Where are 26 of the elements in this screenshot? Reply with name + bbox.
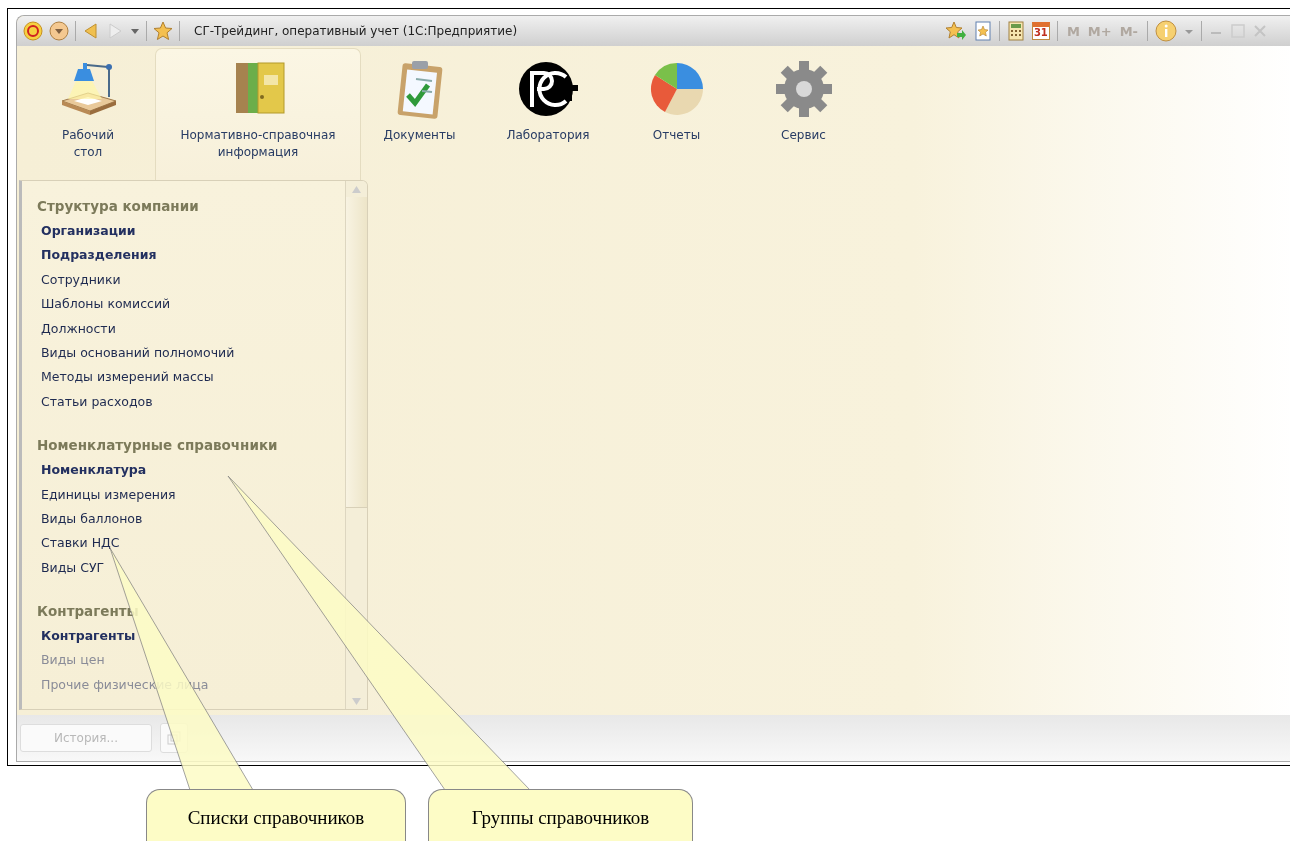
nav-link[interactable]: Методы измерений массы — [37, 365, 345, 390]
section-tab[interactable]: Документы — [361, 48, 478, 180]
calendar-icon[interactable]: 31 — [1031, 22, 1050, 40]
nav-link[interactable]: Шаблоны комиссий — [37, 292, 345, 317]
callout: Списки справочников — [146, 789, 406, 841]
group-title: Номенклатурные справочники — [37, 436, 279, 456]
nav-link[interactable]: Виды СУГ — [37, 555, 345, 581]
callout: Группы справочников — [428, 789, 693, 841]
group-title: Контрагенты — [37, 602, 140, 622]
window-title: СГ-Трейдинг, оперативный учет (1С:Предприятие) — [194, 24, 518, 38]
nav-link[interactable]: Сотрудники — [37, 267, 345, 293]
nav-link[interactable]: Виды баллонов — [37, 506, 345, 532]
nav-link[interactable]: Статьи расходов — [37, 389, 345, 415]
nav-link[interactable]: Должности — [37, 316, 345, 341]
section-tab[interactable]: Рабочий стол — [21, 48, 155, 180]
nav-link[interactable]: Номенклатура — [37, 458, 345, 483]
section-tab[interactable]: Лаборатория — [478, 48, 618, 180]
section-tab[interactable]: Нормативно-справочная информация — [155, 48, 361, 180]
nav-link[interactable]: Организации — [37, 219, 345, 244]
nav-link[interactable]: Единицы измерения — [37, 482, 345, 507]
nav-link[interactable]: Подразделения — [37, 243, 345, 268]
group-title: Структура компании — [37, 197, 200, 216]
nav-link[interactable]: Виды оснований полномочий — [37, 340, 345, 366]
section-tab[interactable]: Сервис — [735, 48, 872, 180]
nav-link[interactable]: Ставки НДС — [37, 531, 345, 556]
section-tab[interactable]: Отчеты — [618, 48, 735, 180]
